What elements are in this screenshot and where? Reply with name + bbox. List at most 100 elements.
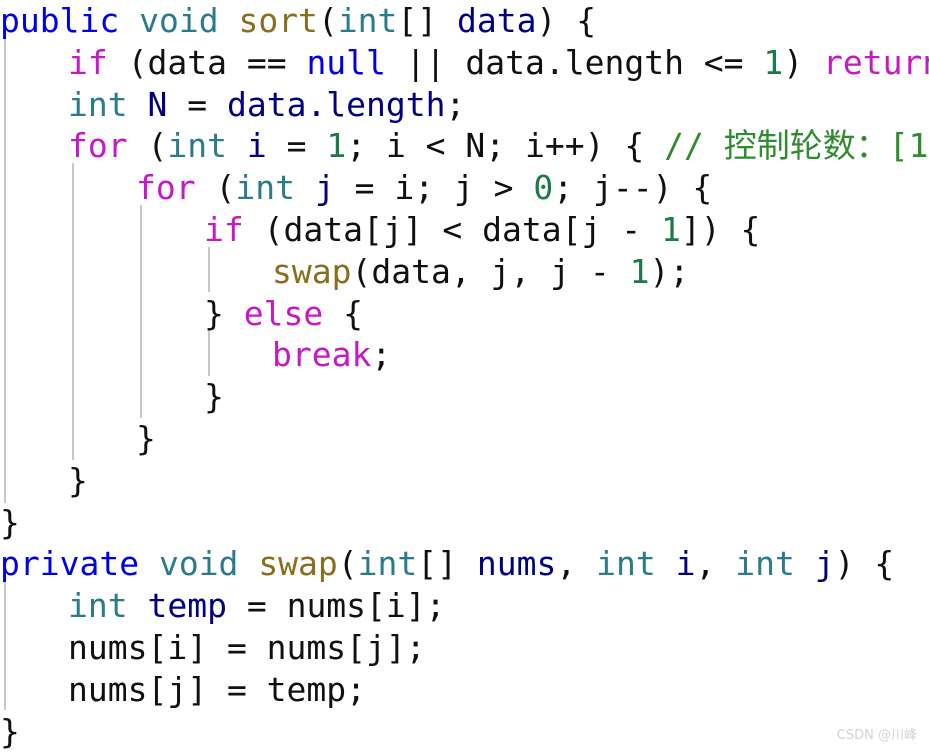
code-line: for (int j = i; j > 0; j--) { — [0, 167, 929, 209]
code-token: nums[i] = nums[j]; — [68, 627, 426, 667]
code-token: = — [266, 126, 327, 166]
code-token: ; — [371, 335, 392, 375]
code-token: || data.length <= — [385, 42, 764, 82]
code-token: } — [0, 711, 20, 751]
code-token: ) { — [536, 1, 597, 40]
code-line: } — [0, 376, 929, 418]
code-token: ( — [127, 126, 168, 166]
code-line: private void swap(int[] nums, int i, int… — [0, 543, 929, 585]
code-token: int — [596, 544, 656, 584]
code-line: } — [0, 502, 929, 544]
code-line: if (data == null || data.length <= 1) re… — [0, 42, 929, 84]
code-token: for — [68, 126, 128, 166]
code-token: [] — [397, 1, 458, 40]
code-token: j — [314, 168, 335, 208]
code-token: } — [0, 502, 20, 542]
code-token: // — [664, 126, 724, 166]
code-token: 1 — [660, 209, 681, 249]
code-token: ]) { — [680, 209, 761, 249]
code-line: int N = data.length; — [0, 84, 929, 126]
code-token: , — [556, 544, 597, 584]
code-token: [1, N-1] — [888, 126, 929, 166]
code-line: for (int i = 1; i < N; i++) { // 控制轮数：[1… — [0, 125, 929, 167]
code-token: int — [357, 544, 418, 584]
code-line: int temp = nums[i]; — [0, 585, 929, 627]
code-token: int — [735, 544, 795, 584]
code-token: (data[j] < data[j - — [243, 209, 661, 249]
code-line: swap(data, j, j - 1); — [0, 251, 929, 293]
code-token: 1 — [629, 251, 650, 291]
code-line: nums[j] = temp; — [0, 669, 929, 711]
code-token: for — [136, 168, 196, 208]
code-token: ( — [195, 168, 236, 208]
code-token: int — [68, 84, 128, 124]
code-token: j — [814, 544, 835, 584]
code-line: } else { — [0, 293, 929, 335]
code-token: private — [0, 544, 140, 584]
code-token: (data == — [107, 42, 307, 82]
code-token: temp — [147, 586, 227, 626]
code-token: i — [675, 544, 696, 584]
code-token: void — [158, 544, 239, 584]
code-token: = nums[i]; — [226, 586, 446, 626]
code-token: N — [147, 84, 168, 124]
code-token: else — [243, 293, 324, 333]
code-token: i — [246, 126, 267, 166]
code-line: } — [0, 711, 929, 752]
code-token: 控制轮数： — [723, 126, 889, 166]
code-token: sort — [238, 1, 318, 40]
code-token: break — [272, 335, 372, 375]
csdn-watermark: CSDN @川峰 — [836, 728, 917, 743]
code-token: { — [323, 293, 363, 333]
code-token: swap — [272, 251, 352, 291]
code-token: nums — [476, 544, 557, 584]
code-token: 1 — [326, 126, 347, 166]
code-token: return — [823, 42, 929, 82]
code-token: nums[j] = temp; — [68, 669, 367, 709]
code-line: nums[i] = nums[j]; — [0, 627, 929, 669]
code-lines: public void sort(int[] data) {if (data =… — [0, 0, 929, 752]
code-line: public void sort(int[] data) { — [0, 0, 929, 42]
code-token: } — [68, 460, 88, 500]
code-token: if — [204, 209, 244, 249]
code-token: ) { — [834, 544, 895, 584]
code-token: = i; j > — [334, 168, 534, 208]
code-token: data.length — [226, 84, 446, 124]
code-token: int — [337, 1, 398, 40]
code-token: int — [235, 168, 295, 208]
code-token: int — [167, 126, 227, 166]
code-line: break; — [0, 334, 929, 376]
code-token: } — [204, 293, 244, 333]
code-token: public — [0, 1, 120, 40]
code-token: ; i < N; i++) { — [346, 126, 665, 166]
code-token: 1 — [763, 42, 784, 82]
code-token: ( — [317, 1, 338, 40]
code-token: ; j--) { — [553, 168, 713, 208]
code-token: int — [68, 586, 128, 626]
code-token: ); — [649, 251, 690, 291]
code-token: } — [136, 418, 156, 458]
code-token: [] — [417, 544, 477, 584]
code-line: } — [0, 418, 929, 460]
code-token: swap — [258, 544, 338, 584]
code-screenshot: public void sort(int[] data) {if (data =… — [0, 0, 929, 751]
code-line: if (data[j] < data[j - 1]) { — [0, 209, 929, 251]
code-token: void — [139, 1, 219, 40]
code-token: if — [68, 42, 108, 82]
code-token: ; — [445, 84, 466, 124]
code-line: } — [0, 460, 929, 502]
code-token: } — [204, 377, 224, 417]
code-token: , — [695, 544, 736, 584]
code-token: data — [457, 1, 537, 40]
code-token: null — [306, 42, 386, 82]
